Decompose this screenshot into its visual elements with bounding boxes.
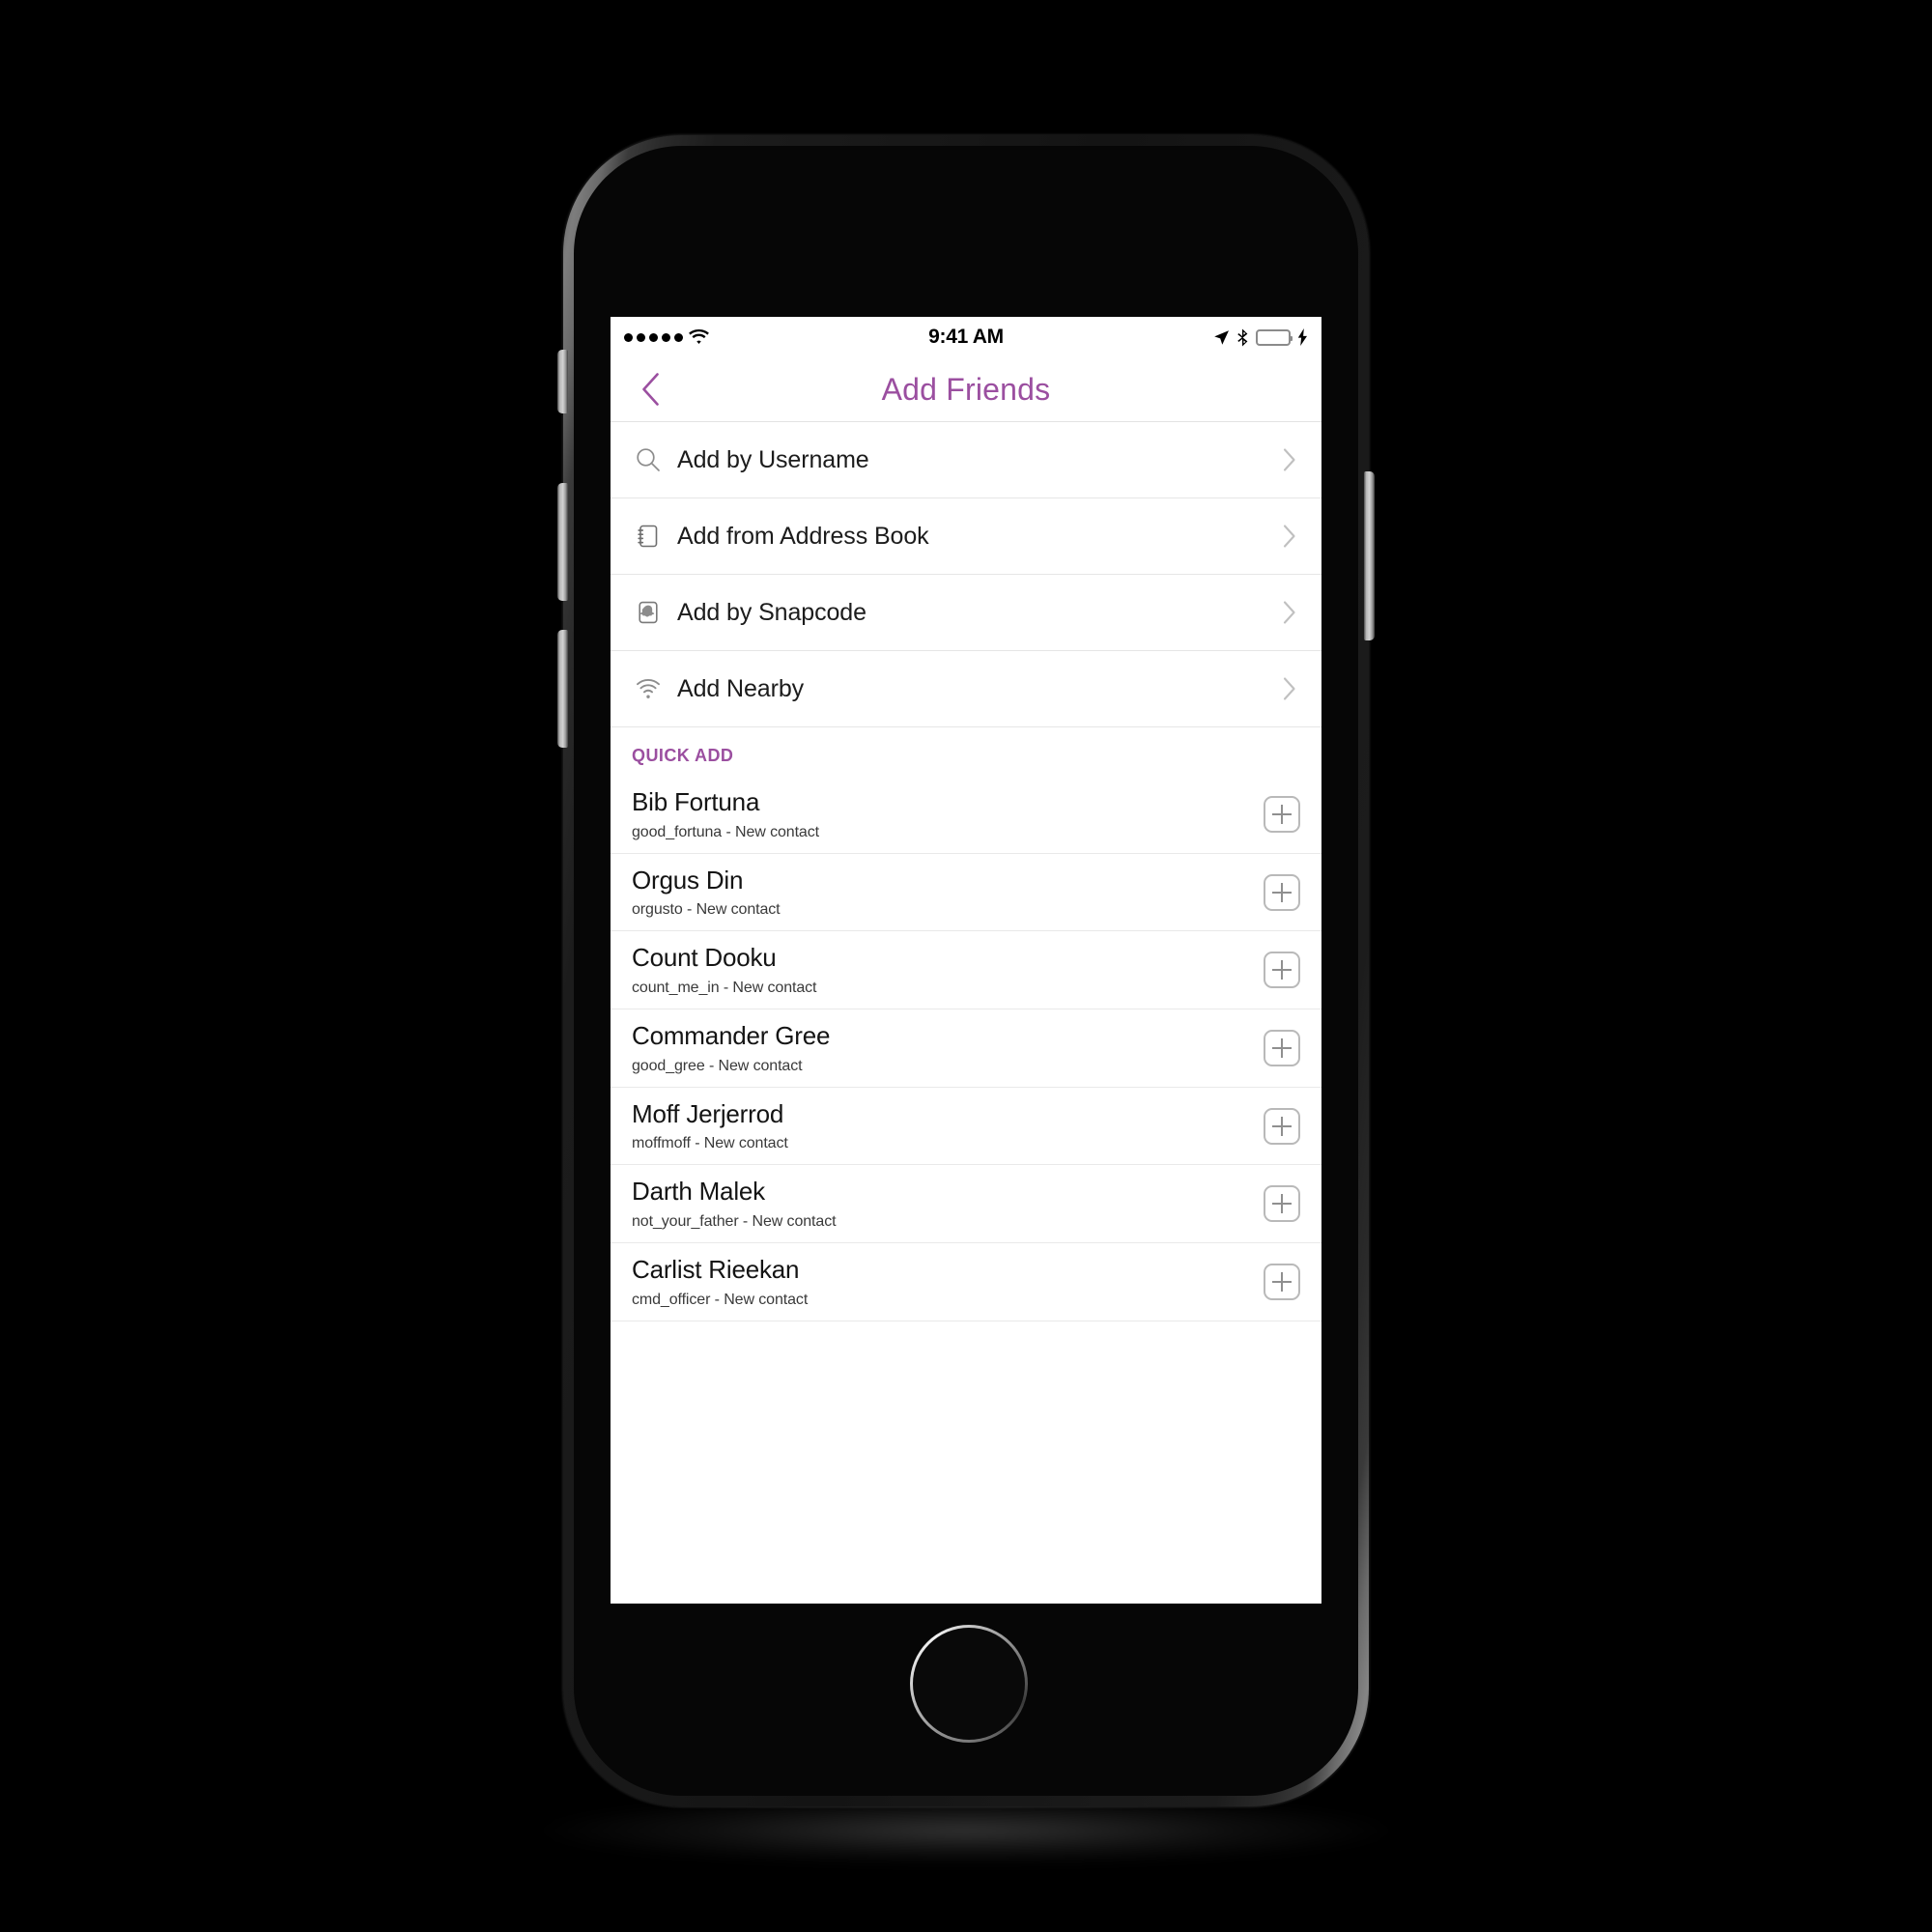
contact-subtitle: good_fortuna - New contact bbox=[632, 823, 819, 840]
battery-icon bbox=[1256, 328, 1293, 346]
contact-name: Darth Malek bbox=[632, 1177, 765, 1207]
home-button[interactable] bbox=[910, 1625, 1028, 1743]
contact-subtitle: not_your_father - New contact bbox=[632, 1213, 837, 1231]
plus-square-icon[interactable] bbox=[1264, 952, 1300, 989]
chevron-right-icon bbox=[1279, 596, 1300, 629]
option-row-add-by-username[interactable]: Add by Username bbox=[611, 422, 1321, 498]
option-row-add-nearby[interactable]: Add Nearby bbox=[611, 651, 1321, 727]
contact-info: Bib Fortuna good_fortuna - New contact bbox=[632, 787, 1264, 841]
plus-square-icon[interactable] bbox=[1264, 1185, 1300, 1223]
contact-subtitle: good_gree - New contact bbox=[632, 1057, 803, 1074]
contact-info: Moff Jerjerrod moffmoff - New contact bbox=[632, 1099, 1264, 1153]
contact-name: Carlist Rieekan bbox=[632, 1255, 800, 1285]
table-row[interactable]: Commander Gree good_gree - New contact bbox=[611, 1009, 1321, 1088]
contact-info: Darth Malek not_your_father - New contac… bbox=[632, 1177, 1264, 1231]
plus-square-icon[interactable] bbox=[1264, 1107, 1300, 1145]
section-header-quick-add: QUICK ADD bbox=[611, 727, 1321, 776]
list-bottom-spacer bbox=[611, 1321, 1321, 1370]
contact-info: Count Dooku count_me_in - New contact bbox=[632, 943, 1264, 997]
contact-name: Moff Jerjerrod bbox=[632, 1098, 784, 1128]
contact-subtitle: count_me_in - New contact bbox=[632, 980, 817, 997]
table-row[interactable]: Moff Jerjerrod moffmoff - New contact bbox=[611, 1087, 1321, 1166]
contact-subtitle: orgusto - New contact bbox=[632, 901, 781, 919]
plus-square-icon[interactable] bbox=[1264, 795, 1300, 833]
snapcode-icon bbox=[632, 596, 665, 629]
chevron-right-icon bbox=[1279, 672, 1300, 705]
contact-subtitle: moffmoff - New contact bbox=[632, 1135, 788, 1152]
contact-subtitle: cmd_officer - New contact bbox=[632, 1291, 809, 1308]
chevron-left-icon bbox=[641, 373, 661, 406]
wifi-nearby-icon bbox=[632, 672, 665, 705]
contact-name: Count Dooku bbox=[632, 943, 777, 973]
contact-info: Orgus Din orgusto - New contact bbox=[632, 866, 1264, 920]
plus-square-icon[interactable] bbox=[1264, 1029, 1300, 1066]
table-row[interactable]: Orgus Din orgusto - New contact bbox=[611, 853, 1321, 932]
chevron-right-icon bbox=[1279, 443, 1300, 476]
address-book-icon bbox=[632, 520, 665, 553]
option-label: Add from Address Book bbox=[677, 522, 929, 550]
option-label: Add by Snapcode bbox=[677, 598, 867, 626]
search-icon bbox=[632, 443, 665, 476]
option-label: Add Nearby bbox=[677, 674, 805, 702]
contact-name: Orgus Din bbox=[632, 865, 744, 895]
volume-down-button[interactable] bbox=[557, 630, 568, 748]
option-row-add-from-address-book[interactable]: Add from Address Book bbox=[611, 498, 1321, 575]
chevron-right-icon bbox=[1279, 520, 1300, 553]
phone-device-frame: 9:41 AM Add Friends Add by Username Add … bbox=[557, 135, 1375, 1806]
option-label: Add by Username bbox=[677, 445, 869, 473]
page-title: Add Friends bbox=[881, 371, 1051, 407]
status-bar: 9:41 AM bbox=[611, 317, 1321, 357]
table-row[interactable]: Carlist Rieekan cmd_officer - New contac… bbox=[611, 1243, 1321, 1321]
phone-drop-shadow bbox=[541, 1797, 1391, 1864]
table-row[interactable]: Darth Malek not_your_father - New contac… bbox=[611, 1165, 1321, 1244]
plus-square-icon[interactable] bbox=[1264, 1263, 1300, 1300]
contact-name: Commander Gree bbox=[632, 1021, 831, 1051]
contact-info: Carlist Rieekan cmd_officer - New contac… bbox=[632, 1255, 1264, 1309]
power-button[interactable] bbox=[1364, 471, 1375, 640]
volume-up-button[interactable] bbox=[557, 483, 568, 601]
table-row[interactable]: Bib Fortuna good_fortuna - New contact bbox=[611, 776, 1321, 854]
mute-switch[interactable] bbox=[557, 350, 568, 413]
table-row[interactable]: Count Dooku count_me_in - New contact bbox=[611, 931, 1321, 1010]
back-button[interactable] bbox=[632, 367, 670, 412]
phone-screen: 9:41 AM Add Friends Add by Username Add … bbox=[611, 317, 1321, 1604]
plus-square-icon[interactable] bbox=[1264, 873, 1300, 911]
screenshot-canvas: 9:41 AM Add Friends Add by Username Add … bbox=[0, 0, 1932, 1932]
contact-info: Commander Gree good_gree - New contact bbox=[632, 1021, 1264, 1075]
add-methods-list: Add by Username Add from Address Book Ad… bbox=[611, 422, 1321, 727]
navigation-bar: Add Friends bbox=[611, 357, 1321, 422]
contact-name: Bib Fortuna bbox=[632, 787, 760, 816]
status-bar-clock: 9:41 AM bbox=[928, 326, 1004, 348]
quick-add-contact-list: Bib Fortuna good_fortuna - New contact O… bbox=[611, 776, 1321, 1370]
option-row-add-by-snapcode[interactable]: Add by Snapcode bbox=[611, 575, 1321, 651]
